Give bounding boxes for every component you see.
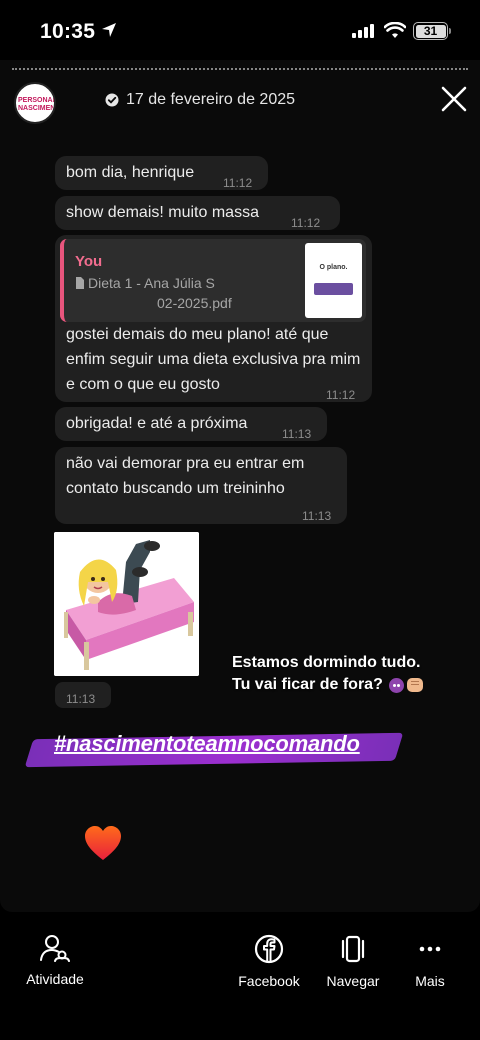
message-text: bom dia, henrique	[66, 164, 195, 181]
quote-document-name: Dieta 1 - Ana Júlia S 02-2025.pdf	[75, 273, 232, 313]
quote-doc-line1: Dieta 1 - Ana Júlia S	[88, 275, 215, 291]
chat-bubble-with-reply: You Dieta 1 - Ana Júlia S 02-2025.pdf O …	[55, 235, 372, 402]
close-icon[interactable]	[439, 84, 469, 114]
chat-bubble: show demais! muito massa 11:12	[55, 196, 340, 230]
message-time: 11:12	[223, 176, 253, 190]
nav-more-label: Mais	[415, 973, 445, 989]
battery-icon: 31	[413, 22, 448, 40]
activity-people-icon	[40, 935, 70, 962]
more-icon	[419, 946, 441, 952]
story-caption: Estamos dormindo tudo. Tu vai ficar de f…	[232, 652, 423, 696]
girl-on-bed-sticker-icon	[54, 532, 199, 676]
bottom-navigation: Atividade Facebook Navegar Mais	[0, 912, 480, 1040]
devil-emoji-icon	[388, 677, 404, 693]
quote-author: You	[75, 253, 103, 270]
quote-doc-line2: 02-2025.pdf	[157, 295, 232, 311]
message-text: não vai demorar pra eu entrar em contato…	[66, 455, 305, 497]
sticker-timestamp: 11:13	[55, 682, 111, 708]
wifi-icon	[384, 22, 406, 38]
story-progress-bar	[12, 68, 468, 70]
document-thumbnail: O plano.	[305, 243, 362, 318]
cellular-signal-icon	[352, 24, 374, 38]
message-time: 11:13	[282, 427, 312, 441]
message-text: gostei demais do meu plano! até que enfi…	[66, 326, 361, 393]
nav-activity-button[interactable]: Atividade	[10, 934, 100, 987]
chat-bubble: obrigada! e até a próxima 11:13	[55, 407, 327, 441]
message-time: 11:13	[302, 509, 332, 523]
location-arrow-icon	[102, 23, 116, 37]
browse-icon	[341, 935, 365, 963]
document-icon	[76, 277, 84, 289]
message-time: 11:13	[66, 692, 96, 706]
message-time: 11:12	[326, 388, 356, 402]
chat-bubble: não vai demorar pra eu entrar em contato…	[55, 447, 347, 524]
battery-level: 31	[415, 24, 446, 38]
heart-like-icon[interactable]	[84, 826, 122, 862]
fist-bump-emoji-icon	[406, 678, 423, 692]
status-time: 10:35	[40, 20, 96, 43]
caption-line-2: Tu vai ficar de fora?	[232, 676, 383, 693]
hashtag-sticker[interactable]: #nascimentoteamnocomando	[54, 731, 360, 757]
chat-bubble: bom dia, henrique 11:12	[55, 156, 268, 190]
message-text: obrigada! e até a próxima	[66, 415, 248, 432]
story-date: 17 de fevereiro de 2025	[126, 91, 296, 108]
message-text: show demais! muito massa	[66, 204, 259, 221]
nav-facebook-label: Facebook	[238, 973, 300, 989]
nav-facebook-button[interactable]: Facebook	[224, 934, 314, 989]
battery-tip	[449, 28, 451, 34]
nav-more-button[interactable]: Mais	[385, 934, 475, 989]
story-header: 17 de fevereiro de 2025	[105, 91, 295, 109]
caption-line-1: Estamos dormindo tudo.	[232, 654, 421, 671]
status-bar: 10:35 31	[0, 0, 480, 60]
verified-check-icon	[105, 93, 119, 107]
quoted-document: You Dieta 1 - Ana Júlia S 02-2025.pdf O …	[60, 239, 366, 322]
avatar-logo-text: PERSONAL NASCIMENTO	[18, 97, 56, 112]
thumbnail-banner	[314, 283, 353, 295]
nav-activity-label: Atividade	[26, 971, 84, 987]
story-viewer[interactable]: PERSONAL NASCIMENTO 17 de fevereiro de 2…	[0, 60, 480, 912]
facebook-icon	[254, 934, 284, 964]
thumbnail-title: O plano.	[319, 264, 348, 271]
message-time: 11:12	[291, 216, 321, 230]
profile-avatar[interactable]: PERSONAL NASCIMENTO	[14, 82, 56, 124]
sticker-image	[54, 532, 199, 676]
